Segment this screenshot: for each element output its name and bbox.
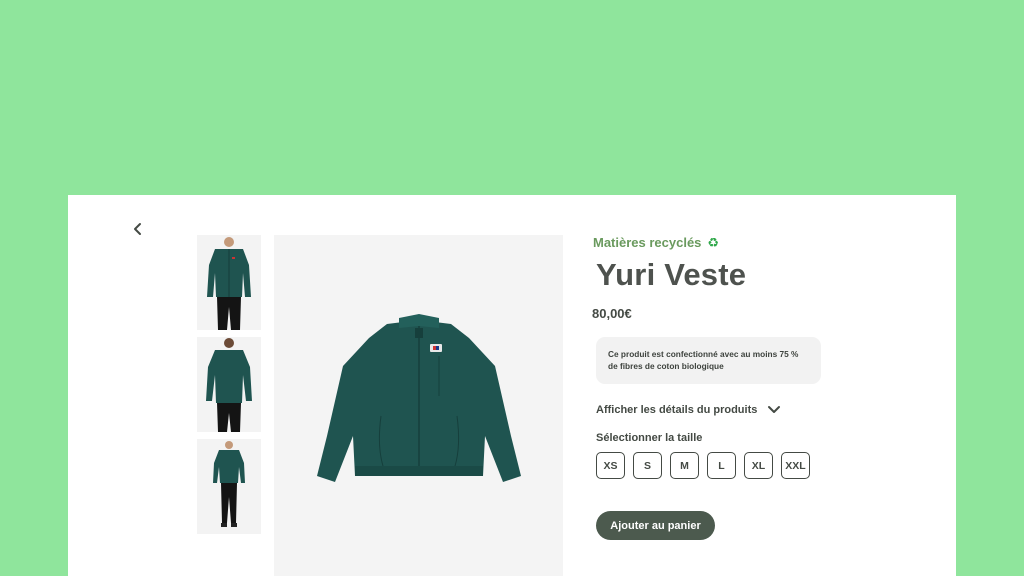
size-option-xxl[interactable]: XXL xyxy=(781,452,810,480)
product-title: Yuri Veste xyxy=(596,257,747,292)
size-option-xs[interactable]: XS xyxy=(596,452,625,480)
chevron-left-icon xyxy=(134,223,141,235)
size-selector: XS S M L XL XXL xyxy=(596,452,892,480)
chevron-down-icon xyxy=(768,406,781,414)
recycled-label: Matières recyclés xyxy=(593,235,702,250)
add-to-cart-button[interactable]: Ajouter au panier xyxy=(596,511,715,541)
jacket-product-image xyxy=(274,235,563,576)
details-toggle[interactable]: Afficher les détails du produits xyxy=(596,404,892,416)
thumbnail-list xyxy=(197,235,261,534)
size-option-m[interactable]: M xyxy=(670,452,699,480)
back-button[interactable] xyxy=(130,219,146,239)
thumbnail-back-model[interactable] xyxy=(197,337,261,432)
product-card: Matières recyclés ♻ Yuri Veste 80,00€ Ce… xyxy=(68,195,956,576)
product-info: Matières recyclés ♻ Yuri Veste 80,00€ Ce… xyxy=(592,235,892,541)
size-option-l[interactable]: L xyxy=(707,452,736,480)
size-option-s[interactable]: S xyxy=(633,452,662,480)
size-option-xl[interactable]: XL xyxy=(744,452,773,480)
size-label: Sélectionner la taille xyxy=(596,432,703,445)
details-label: Afficher les détails du produits xyxy=(596,404,758,417)
sustainability-note: Ce produit est confectionné avec au moin… xyxy=(596,337,821,385)
product-price: 80,00€ xyxy=(592,306,632,321)
thumbnail-front-model[interactable] xyxy=(197,235,261,330)
recycle-icon: ♻ xyxy=(707,235,720,250)
recycled-badge: Matières recyclés ♻ xyxy=(593,235,892,250)
thumbnail-full-body-model[interactable] xyxy=(197,439,261,534)
